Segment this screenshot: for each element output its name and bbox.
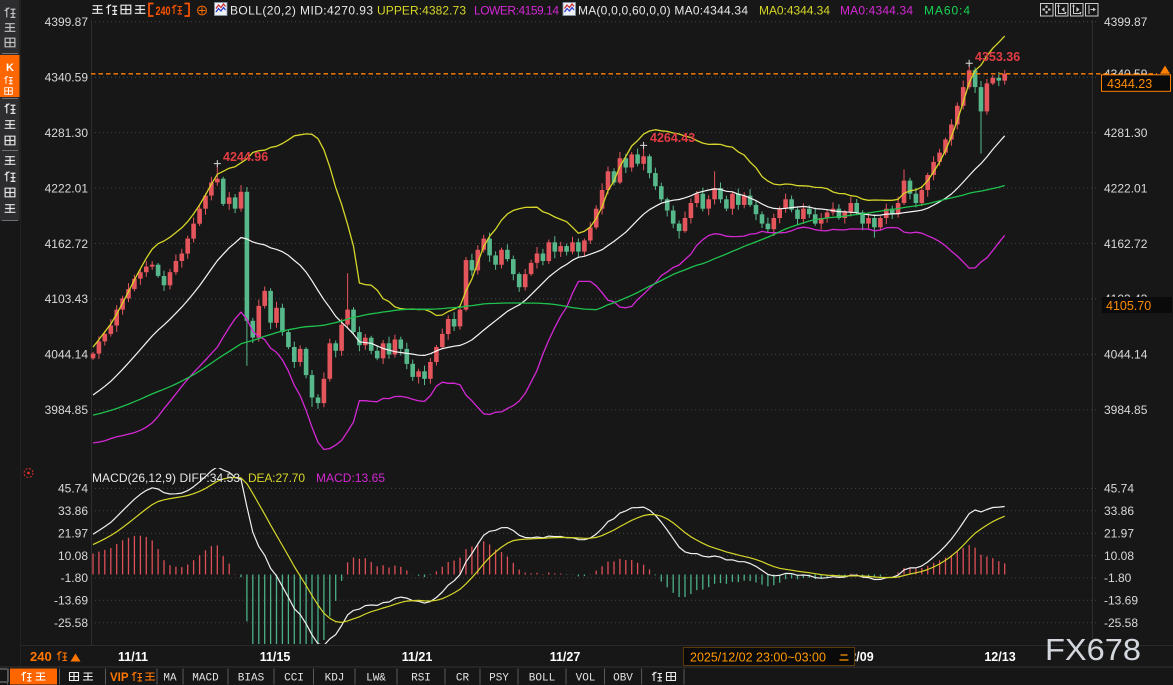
svg-text:2025/12/02 23:00~03:00: 2025/12/02 23:00~03:00 (690, 651, 826, 665)
svg-text:-13.69: -13.69 (54, 594, 88, 608)
svg-text:UPPER:4382.73: UPPER:4382.73 (377, 4, 466, 18)
svg-text:MA0:4344.34: MA0:4344.34 (759, 4, 830, 18)
svg-text:MA: MA (163, 673, 177, 685)
svg-text:4222.01: 4222.01 (45, 181, 89, 195)
svg-text:4222.01: 4222.01 (1104, 181, 1148, 195)
svg-text:45.74: 45.74 (1104, 482, 1134, 496)
svg-text:11/21: 11/21 (402, 650, 433, 664)
svg-text:11/27: 11/27 (550, 650, 581, 664)
svg-text:240: 240 (156, 6, 171, 18)
svg-text:RSI: RSI (411, 673, 431, 685)
svg-text:4103.43: 4103.43 (45, 292, 89, 306)
svg-text:21.97: 21.97 (1104, 527, 1134, 541)
svg-text:K: K (6, 62, 14, 74)
svg-text:-1.80: -1.80 (1104, 571, 1132, 585)
svg-text:4281.30: 4281.30 (45, 126, 89, 140)
svg-text:DEA:27.70: DEA:27.70 (248, 471, 305, 485)
svg-text:3984.85: 3984.85 (1104, 403, 1148, 417)
svg-text:BOLL: BOLL (529, 673, 555, 685)
svg-text:BIAS: BIAS (238, 673, 265, 685)
svg-text:4244.96: 4244.96 (223, 150, 268, 164)
svg-text:11/15: 11/15 (260, 650, 291, 664)
svg-text:-25.58: -25.58 (1104, 616, 1138, 630)
svg-text:33.86: 33.86 (1104, 504, 1134, 518)
svg-text:MA0:4344.34: MA0:4344.34 (840, 4, 913, 18)
svg-text:FX678: FX678 (1045, 632, 1141, 667)
svg-text:10.08: 10.08 (58, 549, 88, 563)
svg-text:MA60:4: MA60:4 (924, 4, 970, 18)
svg-text:21.97: 21.97 (58, 527, 88, 541)
svg-text:MACD: MACD (192, 673, 219, 685)
svg-text:-13.69: -13.69 (1104, 594, 1138, 608)
svg-text:4340.59: 4340.59 (45, 71, 89, 85)
svg-text:LW&: LW& (366, 673, 386, 685)
svg-text:4162.72: 4162.72 (45, 237, 89, 251)
svg-text:10.08: 10.08 (1104, 549, 1134, 563)
svg-text:CCI: CCI (284, 673, 304, 685)
svg-text:4399.87: 4399.87 (45, 15, 89, 29)
svg-text:12/13: 12/13 (984, 650, 1015, 664)
svg-text:PSY: PSY (489, 673, 509, 685)
svg-text:4353.36: 4353.36 (975, 50, 1020, 64)
svg-text:3984.85: 3984.85 (45, 403, 89, 417)
svg-text:KDJ: KDJ (325, 673, 345, 685)
svg-text:MA(0,0,0,60,0,0) MA0:4344.34: MA(0,0,0,60,0,0) MA0:4344.34 (578, 4, 748, 18)
svg-text:CR: CR (456, 673, 470, 685)
svg-text:4264.43: 4264.43 (650, 131, 695, 145)
svg-text:4162.72: 4162.72 (1104, 237, 1148, 251)
svg-text:MACD(26,12,9) DIFF:34.53: MACD(26,12,9) DIFF:34.53 (92, 471, 240, 485)
svg-text:4344.23: 4344.23 (1107, 77, 1152, 91)
svg-text:4044.14: 4044.14 (1104, 348, 1148, 362)
svg-text:LOWER:4159.14: LOWER:4159.14 (474, 4, 559, 18)
svg-text:VIP: VIP (110, 672, 129, 684)
svg-text:VOL: VOL (576, 673, 596, 685)
svg-text:MACD:13.65: MACD:13.65 (316, 471, 385, 485)
svg-text:-1.80: -1.80 (61, 571, 89, 585)
svg-text:4044.14: 4044.14 (45, 348, 89, 362)
svg-text:BOLL(20,2) MID:4270.93: BOLL(20,2) MID:4270.93 (230, 4, 373, 18)
svg-text:11/11: 11/11 (118, 650, 148, 664)
svg-text:4281.30: 4281.30 (1104, 126, 1148, 140)
svg-text:-25.58: -25.58 (54, 616, 88, 630)
svg-text:45.74: 45.74 (58, 482, 88, 496)
svg-text:OBV: OBV (613, 673, 633, 685)
svg-text:4105.70: 4105.70 (1106, 299, 1151, 313)
svg-text:4399.87: 4399.87 (1104, 15, 1148, 29)
svg-text:33.86: 33.86 (58, 504, 88, 518)
svg-text:240: 240 (30, 649, 52, 664)
